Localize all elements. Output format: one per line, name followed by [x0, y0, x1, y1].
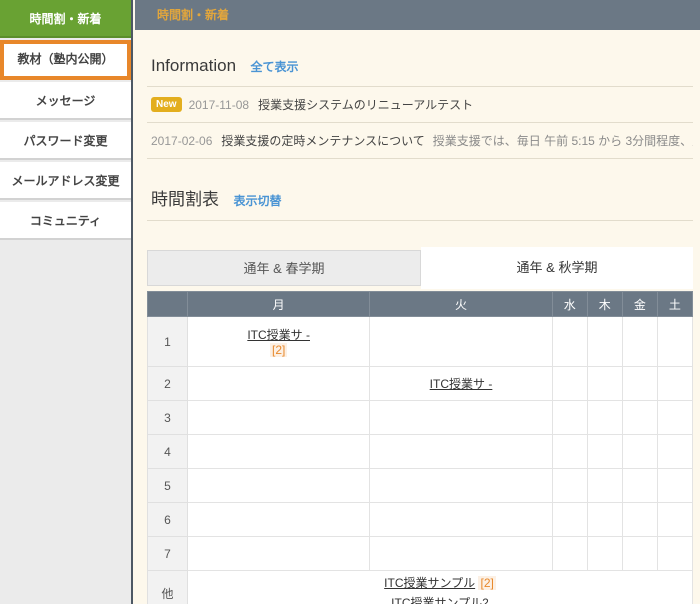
period-label: 1	[148, 317, 188, 367]
table-row: 2 ITC授業サ -	[148, 367, 693, 401]
table-row: 7	[148, 537, 693, 571]
period-label: 4	[148, 435, 188, 469]
timetable-section-header: 時間割表 表示切替	[147, 185, 693, 221]
news-date: 2017-11-08	[189, 98, 250, 112]
sidebar-item-materials[interactable]: 教材（塾内公開）	[0, 40, 131, 80]
information-section-header: Information 全て表示	[147, 56, 693, 87]
period-label: 6	[148, 503, 188, 537]
lesson-link[interactable]: ITC授業サ -	[430, 377, 493, 391]
period-label: 3	[148, 401, 188, 435]
col-wednesday: 水	[552, 292, 587, 317]
sidebar-item-community[interactable]: コミュニティ	[0, 202, 131, 240]
col-monday: 月	[188, 292, 370, 317]
cell-tue-2: ITC授業サ -	[370, 367, 552, 401]
page-header: 時間割・新着	[135, 0, 700, 30]
material-count-badge[interactable]: [2]	[478, 576, 495, 590]
material-count-badge[interactable]: [2]	[270, 343, 287, 357]
sidebar-item-change-email[interactable]: メールアドレス変更	[0, 162, 131, 200]
timetable-header-row: 月 火 水 木 金 土	[148, 292, 693, 317]
timetable-title: 時間割表	[151, 190, 219, 209]
news-date: 2017-02-06	[151, 134, 212, 148]
period-label: 2	[148, 367, 188, 401]
tab-spring-semester[interactable]: 通年 & 春学期	[147, 250, 421, 286]
cell-mon-1: ITC授業サ - [2]	[188, 317, 370, 367]
table-row: 1 ITC授業サ - [2]	[148, 317, 693, 367]
main-area: 時間割・新着 Information 全て表示 New 2017-11-08 授…	[135, 0, 700, 604]
lesson-link[interactable]: ITC授業サ -	[247, 328, 310, 342]
show-all-link[interactable]: 全て表示	[251, 60, 299, 74]
table-row: 5	[148, 469, 693, 503]
news-title-link[interactable]: 授業支援システムのリニューアルテスト	[258, 96, 473, 113]
news-item[interactable]: New 2017-11-08 授業支援システムのリニューアルテスト	[147, 87, 693, 123]
new-badge: New	[151, 97, 182, 112]
period-label: 7	[148, 537, 188, 571]
col-saturday: 土	[657, 292, 692, 317]
lesson-link[interactable]: ITC授業サンプル	[384, 576, 475, 590]
news-title-link[interactable]: 授業支援の定時メンテナンスについて	[221, 132, 424, 149]
lesson-link[interactable]: ITC授業サンプル2	[391, 596, 489, 604]
col-tuesday: 火	[370, 292, 552, 317]
col-thursday: 木	[587, 292, 622, 317]
sidebar-item-change-password[interactable]: パスワード変更	[0, 122, 131, 160]
news-preview: 授業支援では、毎日 午前 5:15 から 3分間程度、定時メン...	[433, 132, 693, 149]
news-item[interactable]: 2017-02-06 授業支援の定時メンテナンスについて 授業支援では、毎日 午…	[147, 123, 693, 159]
table-row: 4	[148, 435, 693, 469]
sidebar: 時間割・新着 教材（塾内公開） メッセージ パスワード変更 メールアドレス変更 …	[0, 0, 133, 604]
period-label: 5	[148, 469, 188, 503]
content: Information 全て表示 New 2017-11-08 授業支援システム…	[135, 30, 700, 604]
sidebar-item-messages[interactable]: メッセージ	[0, 82, 131, 120]
table-row: 3	[148, 401, 693, 435]
timetable-grid: 月 火 水 木 金 土 1 ITC授業サ - [2]	[147, 291, 693, 604]
period-label: 他	[148, 571, 188, 604]
semester-tabs: 通年 & 春学期 通年 & 秋学期	[147, 247, 693, 286]
cell-other: ITC授業サンプル [2] ITC授業サンプル2	[188, 571, 693, 604]
col-friday: 金	[622, 292, 657, 317]
table-row: 6	[148, 503, 693, 537]
corner-cell	[148, 292, 188, 317]
tab-autumn-semester[interactable]: 通年 & 秋学期	[421, 247, 693, 289]
information-title: Information	[151, 56, 236, 75]
table-row-other: 他 ITC授業サンプル [2] ITC授業サンプル2	[148, 571, 693, 604]
display-toggle-link[interactable]: 表示切替	[233, 194, 281, 208]
sidebar-item-timetable-news[interactable]: 時間割・新着	[0, 0, 131, 38]
page-title: 時間割・新着	[157, 8, 229, 22]
